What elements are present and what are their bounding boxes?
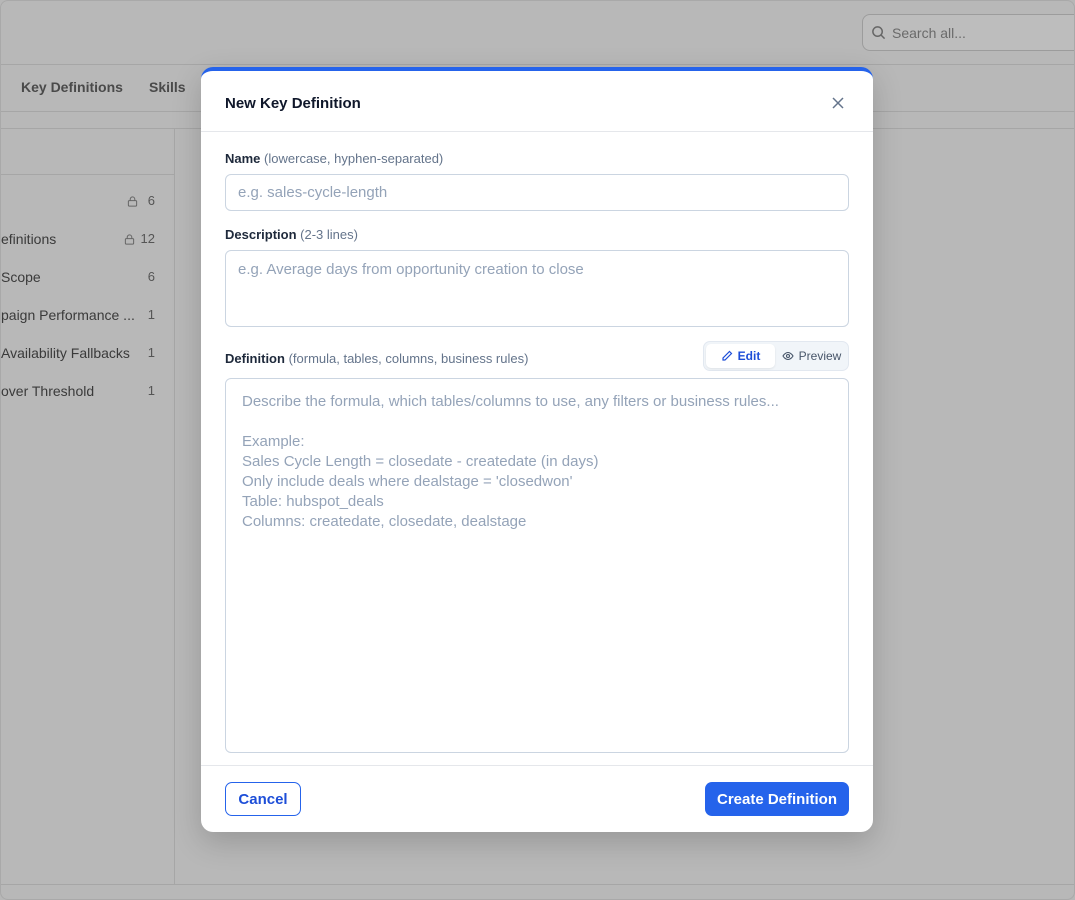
sidebar: 6 efinitions 12 Scope 6 paign Performanc… <box>1 129 175 884</box>
sidebar-header <box>1 129 174 175</box>
dialog-footer: Cancel Create Definition <box>201 765 873 832</box>
preview-mode-label: Preview <box>798 349 842 363</box>
lock-icon <box>127 196 138 207</box>
sidebar-item[interactable]: Scope 6 <box>1 266 175 290</box>
sidebar-item-count: 1 <box>147 383 155 398</box>
edit-preview-toggle: Edit Preview <box>703 341 849 371</box>
sidebar-item-count: 12 <box>140 231 155 246</box>
definition-input[interactable]: Describe the formula, which tables/colum… <box>225 378 849 753</box>
sidebar-item[interactable]: paign Performance ... 1 <box>1 304 175 328</box>
cancel-button[interactable]: Cancel <box>225 782 301 816</box>
definition-label-text: Definition <box>225 351 285 366</box>
dialog-header: New Key Definition <box>201 71 873 132</box>
sidebar-item-label: paign Performance ... <box>1 307 135 323</box>
description-label-text: Description <box>225 227 297 242</box>
definition-placeholder: Describe the formula, which tables/colum… <box>242 393 779 530</box>
edit-mode-label: Edit <box>737 349 761 363</box>
sidebar-item-label: over Threshold <box>1 383 95 399</box>
sidebar-item-label: efinitions <box>1 231 57 247</box>
description-input[interactable] <box>225 250 849 327</box>
sidebar-item-label: Scope <box>1 269 41 285</box>
new-key-definition-dialog: New Key Definition Name (lowercase, hyph… <box>201 67 873 832</box>
edit-mode-button[interactable]: Edit <box>706 344 775 368</box>
sidebar-item[interactable]: over Threshold 1 <box>1 380 175 404</box>
search-placeholder: Search all... <box>892 24 966 41</box>
name-label: Name (lowercase, hyphen-separated) <box>225 151 443 166</box>
eye-icon <box>782 351 794 361</box>
definition-label-hint: (formula, tables, columns, business rule… <box>288 351 529 366</box>
dialog-title: New Key Definition <box>225 95 361 112</box>
tab-key-definitions[interactable]: Key Definitions <box>21 79 123 95</box>
create-definition-button[interactable]: Create Definition <box>705 782 849 816</box>
preview-mode-button[interactable]: Preview <box>777 344 846 368</box>
description-label-hint: (2-3 lines) <box>300 227 358 242</box>
sidebar-item[interactable]: 6 <box>1 190 175 214</box>
bottom-bar <box>1 884 1074 899</box>
name-input[interactable] <box>225 174 849 211</box>
tab-skills[interactable]: Skills <box>149 79 186 95</box>
sidebar-item-count: 6 <box>147 269 155 284</box>
sidebar-item-count: 1 <box>147 345 155 360</box>
sidebar-item-count: 6 <box>147 193 155 208</box>
sidebar-item-count: 1 <box>147 307 155 322</box>
close-icon[interactable] <box>831 96 845 110</box>
definition-label: Definition (formula, tables, columns, bu… <box>225 351 528 366</box>
sidebar-item[interactable]: efinitions 12 <box>1 228 175 252</box>
sidebar-item-label: Availability Fallbacks <box>1 345 130 361</box>
sidebar-item[interactable]: Availability Fallbacks 1 <box>1 342 175 366</box>
top-bar: Search all... <box>1 1 1074 65</box>
name-label-hint: (lowercase, hyphen-separated) <box>264 151 444 166</box>
description-label: Description (2-3 lines) <box>225 227 358 242</box>
pencil-icon <box>722 350 733 361</box>
lock-icon <box>124 234 135 245</box>
search-icon <box>872 26 886 40</box>
global-search[interactable]: Search all... <box>862 14 1074 51</box>
name-label-text: Name <box>225 151 261 166</box>
